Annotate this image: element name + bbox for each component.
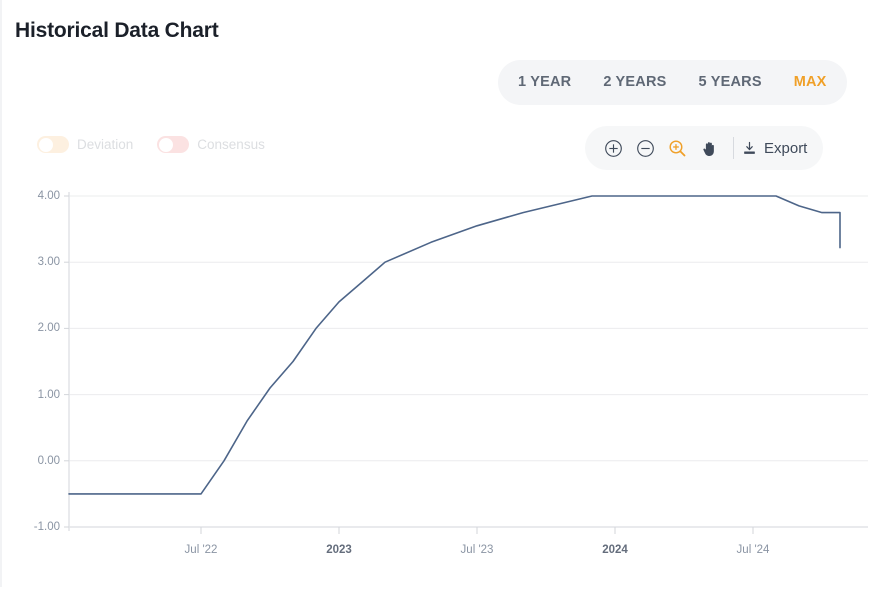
x-axis-tick-label: 2024 bbox=[602, 544, 628, 556]
x-axis-tick-label: 2023 bbox=[326, 544, 352, 556]
x-axis-tick-label: Jul '22 bbox=[185, 544, 218, 556]
y-axis-tick-label: 4.00 bbox=[38, 190, 60, 202]
chart-plot[interactable]: 4.00 3.00 2.00 1.00 0.00 -1.00 Jul '22 2023 Jul… bbox=[2, 0, 872, 587]
y-axis-tick-label: 1.00 bbox=[38, 389, 60, 401]
x-axis-tick-label: Jul '24 bbox=[737, 544, 770, 556]
y-axis-tick-label: -1.00 bbox=[34, 521, 60, 533]
chart-panel: Historical Data Chart 1 YEAR 2 YEARS 5 Y… bbox=[0, 0, 872, 587]
y-axis-tick-label: 2.00 bbox=[38, 322, 60, 334]
x-axis-tick-label: Jul '23 bbox=[461, 544, 494, 556]
chart-line-series bbox=[69, 196, 840, 494]
y-axis-tick-label: 0.00 bbox=[38, 455, 60, 467]
chart-svg bbox=[2, 0, 872, 587]
y-axis-tick-label: 3.00 bbox=[38, 256, 60, 268]
